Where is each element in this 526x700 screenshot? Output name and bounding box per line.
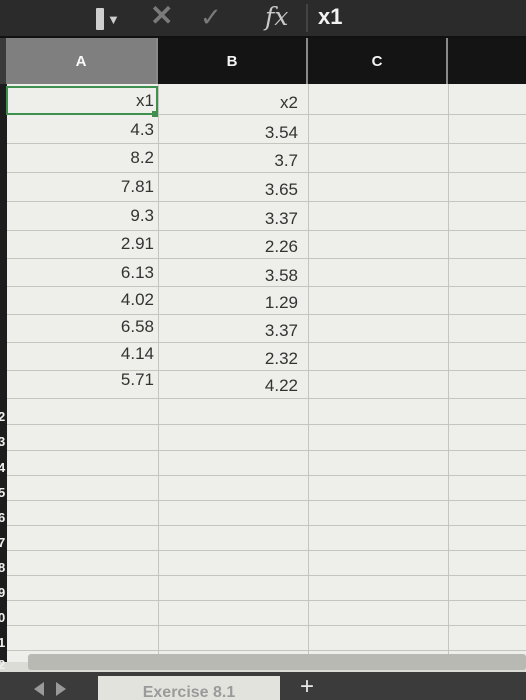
formula-bar: ▼ ✕ ✓ fx x1 xyxy=(0,0,526,38)
row-number[interactable]: 7 xyxy=(0,536,18,550)
row-divider xyxy=(7,650,526,651)
cell-a[interactable]: 6.13 xyxy=(7,260,158,286)
cell-b[interactable]: 3.58 xyxy=(158,263,308,289)
name-box-dropdown-icon[interactable]: ▼ xyxy=(107,12,120,27)
cell-b[interactable]: 2.32 xyxy=(158,346,308,372)
cell-a[interactable]: 6.58 xyxy=(7,314,158,340)
row-divider xyxy=(7,424,526,425)
row-divider xyxy=(7,550,526,551)
row-number[interactable]: 2 xyxy=(0,410,18,424)
row-divider xyxy=(7,500,526,501)
cell-b[interactable]: 3.54 xyxy=(158,120,308,146)
sheet-tab-bar: Exercise 8.1 + xyxy=(0,672,526,700)
column-header-c[interactable]: C xyxy=(308,38,448,84)
row-divider xyxy=(7,600,526,601)
horizontal-scrollbar[interactable] xyxy=(28,654,526,670)
row-number[interactable]: 0 xyxy=(0,611,18,625)
cell-a[interactable]: 7.81 xyxy=(7,174,158,200)
column-header-b[interactable]: B xyxy=(158,38,308,84)
row-number[interactable]: 6 xyxy=(0,511,18,525)
cell-b-x2[interactable]: x2 xyxy=(158,90,308,116)
cell-a[interactable]: 2.91 xyxy=(7,231,158,257)
cell-b[interactable]: 3.7 xyxy=(158,148,308,174)
row-divider xyxy=(7,625,526,626)
confirm-icon[interactable]: ✓ xyxy=(200,2,222,32)
row-divider xyxy=(7,475,526,476)
column-header-d[interactable] xyxy=(448,38,526,84)
cell-a[interactable]: 5.71 xyxy=(7,367,158,393)
previous-sheet-icon[interactable] xyxy=(34,682,44,696)
row-number[interactable]: 4 xyxy=(0,461,18,475)
sheet-tab-exercise[interactable]: Exercise 8.1 xyxy=(98,676,280,700)
insert-function-icon[interactable]: fx xyxy=(265,2,288,32)
formula-input[interactable]: x1 xyxy=(318,3,342,31)
cell-a[interactable]: 4.3 xyxy=(7,117,158,143)
row-number[interactable]: 5 xyxy=(0,486,18,500)
row-number[interactable]: 2 xyxy=(0,658,18,672)
row-number[interactable]: 8 xyxy=(0,561,18,575)
row-divider xyxy=(7,525,526,526)
formula-bar-divider xyxy=(306,4,308,32)
row-header-column: 2 3 4 5 6 7 8 9 0 1 2 xyxy=(0,84,7,672)
row-divider xyxy=(7,450,526,451)
cell-a[interactable]: 9.3 xyxy=(7,203,158,229)
row-number[interactable]: 3 xyxy=(0,435,18,449)
column-header-row: A B C xyxy=(0,38,526,84)
row-number[interactable]: 1 xyxy=(0,636,18,650)
cell-a[interactable]: 4.02 xyxy=(7,287,158,313)
cell-a[interactable]: 4.14 xyxy=(7,341,158,367)
cell-b[interactable]: 3.37 xyxy=(158,206,308,232)
name-box-edge[interactable] xyxy=(96,8,104,30)
cell-b[interactable]: 2.26 xyxy=(158,234,308,260)
add-sheet-icon[interactable]: + xyxy=(300,674,314,700)
next-sheet-icon[interactable] xyxy=(56,682,66,696)
cell-grid[interactable]: 2 3 4 5 6 7 8 9 0 1 2 x1 x2 4.3 3.54 8.2… xyxy=(0,84,526,672)
cell-a[interactable]: 8.2 xyxy=(7,145,158,171)
cell-a-x1[interactable]: x1 xyxy=(7,88,158,114)
cell-b[interactable]: 1.29 xyxy=(158,290,308,316)
row-number[interactable]: 9 xyxy=(0,586,18,600)
cell-b[interactable]: 3.37 xyxy=(158,318,308,344)
cell-b[interactable]: 4.22 xyxy=(158,373,308,399)
column-header-a[interactable]: A xyxy=(6,38,158,84)
cancel-icon[interactable]: ✕ xyxy=(150,1,173,31)
spreadsheet-app: ▼ ✕ ✓ fx x1 A B C 2 3 4 5 6 7 8 9 0 1 2 xyxy=(0,0,526,700)
row-divider xyxy=(7,575,526,576)
cell-b[interactable]: 3.65 xyxy=(158,177,308,203)
